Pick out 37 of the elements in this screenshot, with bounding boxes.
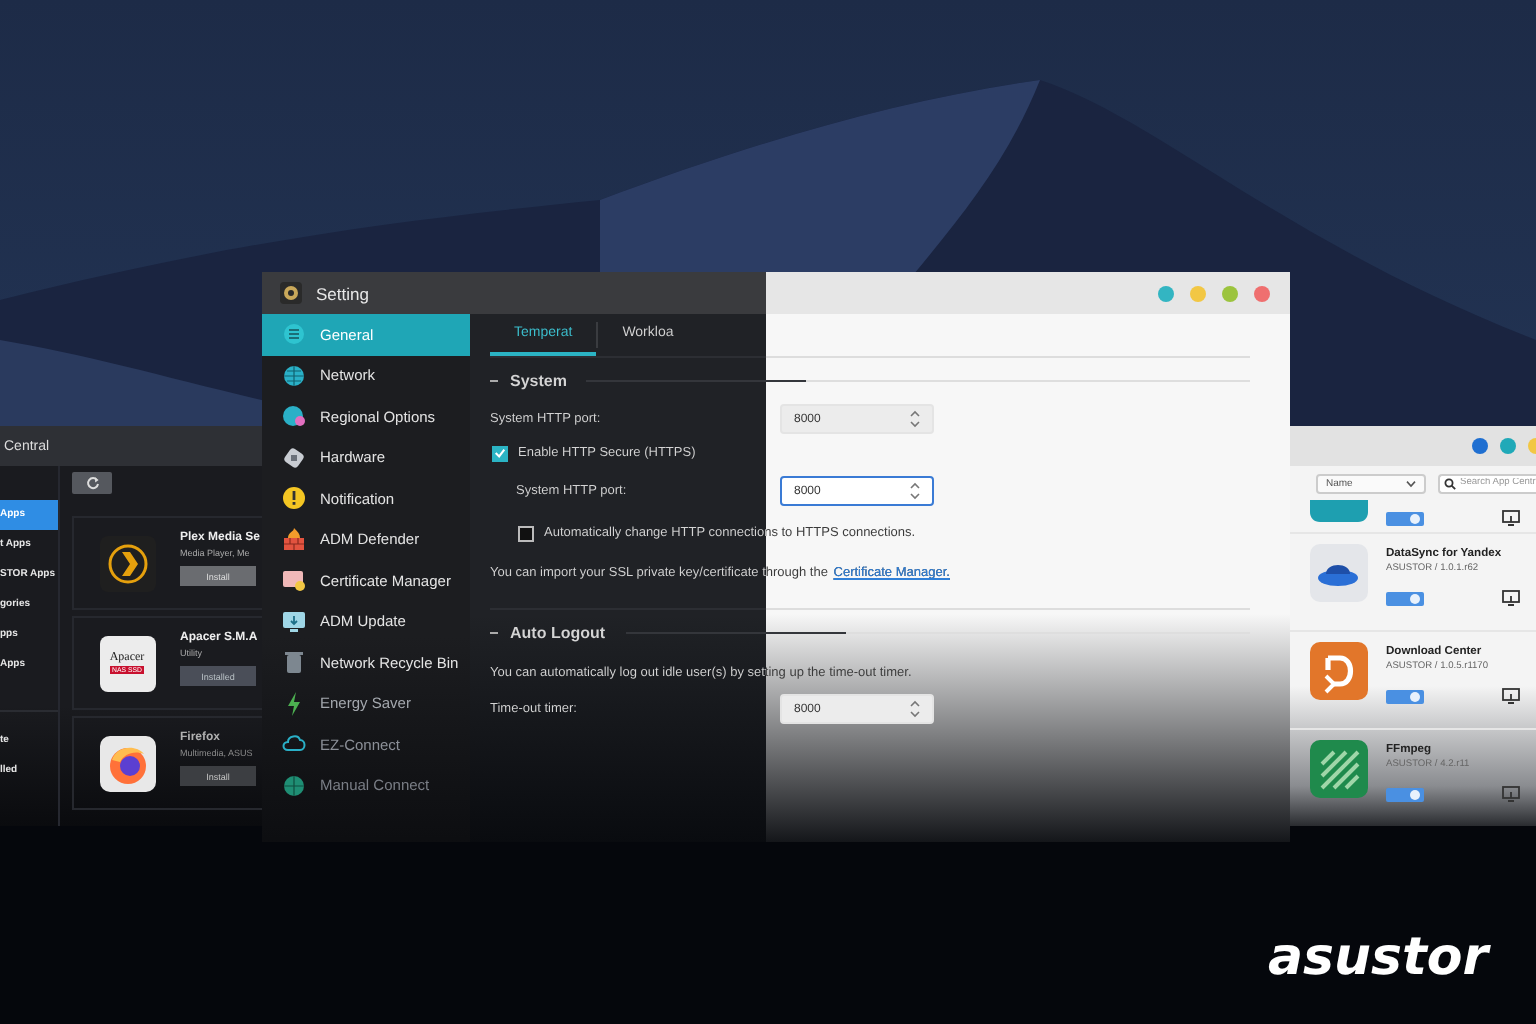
warning-icon <box>282 486 306 511</box>
search-icon <box>1444 477 1456 489</box>
monitor-icon <box>1502 590 1520 606</box>
refresh-button[interactable] <box>72 472 112 494</box>
refresh-icon <box>85 476 99 490</box>
section-title: Auto Logout <box>510 623 606 641</box>
checkbox[interactable] <box>518 525 534 541</box>
brand-logo: asustor <box>1268 928 1489 988</box>
chip-icon <box>282 445 306 470</box>
monitor-icon <box>1502 510 1520 526</box>
d-letter-logo-icon <box>1309 642 1367 700</box>
flying-saucer-icon <box>1309 544 1367 602</box>
firewall-icon <box>282 527 306 552</box>
toggle-switch[interactable] <box>1386 787 1424 801</box>
monitor-icon <box>1502 688 1520 704</box>
bolt-icon <box>282 691 306 716</box>
monitor-icon <box>282 609 306 634</box>
monitor-icon <box>1502 786 1520 802</box>
toggle-switch[interactable] <box>1386 591 1424 605</box>
section-title: System <box>510 371 567 389</box>
cloud-icon <box>282 732 306 757</box>
globe-icon <box>282 773 306 798</box>
fox-globe-logo-icon <box>99 735 155 791</box>
app-logo-icon <box>1309 500 1367 522</box>
toggle-switch[interactable] <box>1386 689 1424 703</box>
window-title: Setting <box>316 283 369 303</box>
spinner-icon <box>910 700 920 718</box>
certificate-icon <box>282 568 306 593</box>
checkbox[interactable] <box>492 445 508 461</box>
stripes-logo-icon <box>1309 740 1367 798</box>
caret-icon <box>1406 479 1416 487</box>
spinner-icon <box>910 482 920 500</box>
spinner-icon <box>910 410 920 428</box>
trash-icon <box>282 650 306 675</box>
globe-icon <box>282 363 306 388</box>
toggle-switch[interactable] <box>1386 511 1424 525</box>
globe-pin-icon <box>282 404 306 429</box>
